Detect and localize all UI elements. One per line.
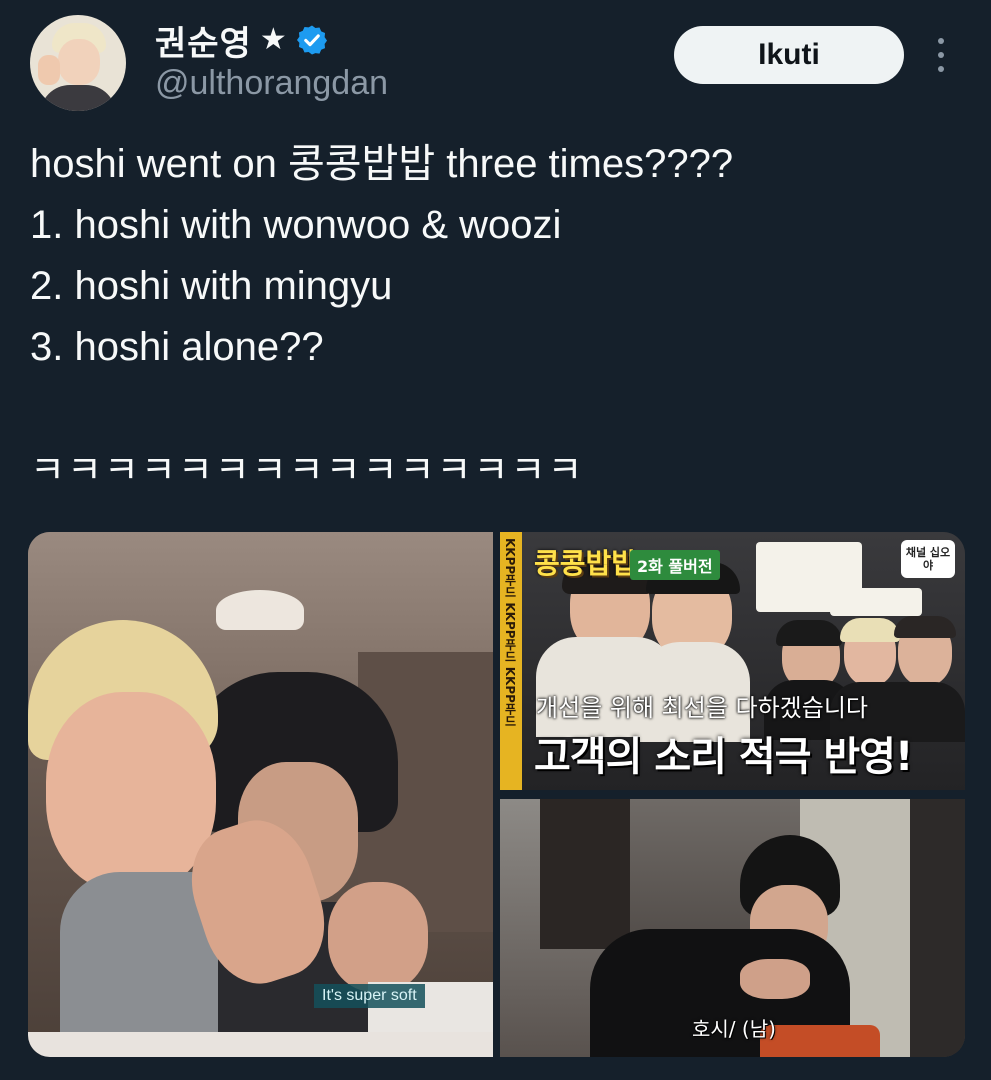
media-grid: It's super soft KKPP푸드 KKPP푸드 KKPP푸드 콩콩밥…	[28, 532, 965, 1057]
display-name-row: 권순영 ★	[155, 16, 329, 65]
media-photo-left[interactable]: It's super soft	[28, 532, 493, 1057]
tweet-line: 2. hoshi with mingyu	[30, 264, 393, 308]
tweet-header: 권순영 ★ @ulthorangdan Ikuti	[0, 0, 991, 120]
side-strip-text: KKPP푸드 KKPP푸드 KKPP푸드	[503, 538, 517, 727]
tweet-line: hoshi went on 콩콩밥밥 three times????	[30, 142, 734, 186]
verified-icon	[295, 23, 329, 57]
chat-overlay	[830, 588, 922, 616]
more-icon[interactable]	[926, 38, 956, 72]
follow-button[interactable]: Ikuti	[674, 26, 904, 84]
media-photo-top-right[interactable]: KKPP푸드 KKPP푸드 KKPP푸드 콩콩밥밥 2화 풀버전 채널 십오야 …	[500, 532, 965, 790]
tweet-line: 1. hoshi with wonwoo & woozi	[30, 203, 562, 247]
video-caption: 호시/ (남)	[692, 1017, 776, 1041]
video-caption: It's super soft	[314, 984, 425, 1008]
show-title: 콩콩밥밥	[534, 547, 638, 580]
media-photo-bottom-right[interactable]: 호시/ (남)	[500, 799, 965, 1057]
subtitle-top: 개선을 위해 최선을 다하겠습니다	[536, 694, 869, 722]
star-icon: ★	[259, 23, 287, 56]
subtitle-main: 고객의 소리 적극 반영!	[534, 734, 913, 780]
user-handle[interactable]: @ulthorangdan	[155, 64, 388, 103]
channel-logo: 채널 십오야	[901, 540, 955, 578]
display-name[interactable]: 권순영	[155, 16, 252, 65]
tweet-line: 3. hoshi alone??	[30, 325, 324, 369]
tweet-line: ㅋㅋㅋㅋㅋㅋㅋㅋㅋㅋㅋㅋㅋㅋㅋ	[30, 448, 585, 492]
episode-badge: 2화 풀버전	[630, 550, 720, 580]
side-strip: KKPP푸드 KKPP푸드 KKPP푸드	[500, 532, 522, 790]
tweet-text: hoshi went on 콩콩밥밥 three times???? 1. ho…	[30, 134, 960, 501]
avatar[interactable]	[30, 15, 126, 111]
